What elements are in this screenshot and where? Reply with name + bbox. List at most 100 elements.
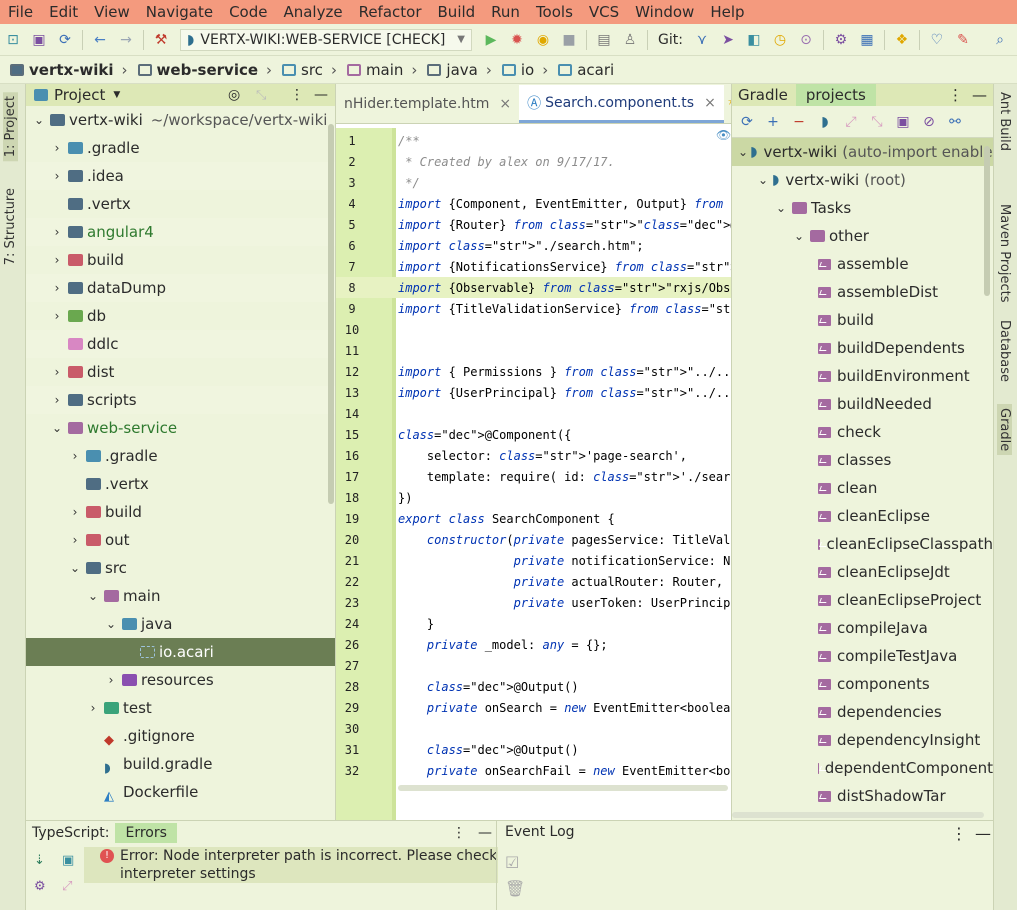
menu-refactor[interactable]: Refactor [351, 3, 430, 21]
code-line[interactable]: * Created by alex on 9/17/17. [398, 155, 615, 169]
gradle-tree-item[interactable]: assembleDist [732, 278, 993, 306]
code-line[interactable]: export class SearchComponent { [398, 512, 615, 526]
tree-item[interactable]: › test [26, 694, 335, 722]
build-hammer-icon[interactable]: ⚒ [152, 31, 170, 49]
offline-icon[interactable]: ⊘ [918, 111, 940, 133]
gradle-tree-item[interactable]: dependentComponent [732, 754, 993, 782]
code-line[interactable]: class="dec">@Output() [398, 680, 579, 694]
code-line[interactable]: /** [398, 134, 420, 148]
link-icon[interactable]: ⚯ [944, 111, 966, 133]
chevron-down-icon[interactable]: ▼ [113, 90, 120, 100]
search-icon[interactable]: ⌕ [991, 31, 1009, 49]
tree-item[interactable]: io.acari [26, 638, 335, 666]
tree-item[interactable]: ⌄ src [26, 554, 335, 582]
chevron-down-icon[interactable]: ⌄ [50, 421, 64, 435]
tab-errors[interactable]: Errors [115, 823, 177, 843]
save-icon[interactable]: ▣ [30, 31, 48, 49]
gradle-tree-item[interactable]: clean [732, 474, 993, 502]
gradle-tree-item[interactable]: cleanEclipseJdt [732, 558, 993, 586]
gradle-tree-item[interactable]: ⌄ Tasks [732, 194, 993, 222]
collapse-all-icon[interactable]: ⤡ [256, 88, 266, 103]
chevron-right-icon[interactable]: › [68, 505, 82, 519]
back-icon[interactable]: ← [91, 31, 109, 49]
tree-item[interactable]: ◆ .gitignore [26, 722, 335, 750]
sort-icon[interactable]: ⇣ [34, 853, 45, 868]
breadcrumb-item-acari[interactable]: acari [548, 61, 614, 79]
gradle-tree-item[interactable]: dependencies [732, 698, 993, 726]
tree-item[interactable]: ⌄ main [26, 582, 335, 610]
tree-item[interactable]: › .idea [26, 162, 335, 190]
gradle-tree-item[interactable]: cleanEclipseClasspath [732, 530, 993, 558]
settings-gear-icon[interactable]: ⚙ [34, 879, 46, 894]
tree-item[interactable]: ⌄ web-service [26, 414, 335, 442]
tree-item[interactable]: ddlc [26, 330, 335, 358]
chevron-down-icon[interactable]: ⌄ [86, 589, 100, 603]
breadcrumb-item-java[interactable]: java › [417, 61, 492, 79]
tree-item[interactable]: › .gradle [26, 134, 335, 162]
gradle-tree-item[interactable]: buildEnvironment [732, 362, 993, 390]
menu-build[interactable]: Build [430, 3, 484, 21]
chevron-right-icon[interactable]: › [50, 393, 64, 407]
gradle-scrollbar[interactable] [984, 146, 990, 296]
tree-item[interactable]: › angular4 [26, 218, 335, 246]
menu-code[interactable]: Code [221, 3, 275, 21]
code-line[interactable]: private notificationService: Not [398, 554, 731, 568]
tree-item[interactable]: › build [26, 498, 335, 526]
breadcrumb-item-main[interactable]: main › [337, 61, 417, 79]
code-line[interactable]: import { Permissions } from class="str">… [398, 365, 731, 379]
gradle-tree-item[interactable]: check [732, 418, 993, 446]
gradle-tree-item[interactable]: ⌄ other [732, 222, 993, 250]
hide-panel-icon[interactable]: — [972, 86, 987, 104]
code-line[interactable]: } [398, 617, 434, 631]
tree-item[interactable]: .vertx [26, 190, 335, 218]
tab-database[interactable]: Database [997, 320, 1012, 382]
tab-maven-projects[interactable]: Maven Projects [997, 204, 1012, 303]
code-line[interactable]: class="dec">@Output() [398, 743, 579, 757]
forward-icon[interactable]: → [117, 31, 135, 49]
menu-navigate[interactable]: Navigate [138, 3, 221, 21]
tab-project[interactable]: 1: Project [3, 92, 18, 162]
preview-eye-icon[interactable]: 👁 [716, 128, 731, 146]
tree-item[interactable]: › dist [26, 358, 335, 386]
gradle-tree-item[interactable]: compileTestJava [732, 642, 993, 670]
chevron-right-icon[interactable]: › [104, 673, 118, 687]
git-update-icon[interactable]: ⋎ [693, 31, 711, 49]
chevron-right-icon[interactable]: › [50, 169, 64, 183]
more-options-icon[interactable]: ⋮ [290, 87, 304, 103]
gradle-tree-item[interactable]: buildDependents [732, 334, 993, 362]
chevron-right-icon[interactable]: › [50, 253, 64, 267]
tree-item[interactable]: › build [26, 246, 335, 274]
more-options-icon[interactable]: ⋮ [948, 86, 963, 104]
menu-edit[interactable]: Edit [41, 3, 86, 21]
chevron-right-icon[interactable]: › [50, 281, 64, 295]
tree-item[interactable]: ◭ Dockerfile [26, 778, 335, 806]
code-line[interactable]: private actualRouter: Router, [398, 575, 724, 589]
gradle-tree-item[interactable]: cleanEclipseProject [732, 586, 993, 614]
gradle-tree-item[interactable]: build [732, 306, 993, 334]
menu-help[interactable]: Help [702, 3, 752, 21]
settings-gear-icon[interactable]: ⚙ [832, 31, 850, 49]
close-icon[interactable]: × [499, 96, 511, 112]
gradle-tree-item[interactable]: ⌄ ◗ vertx-wiki (root) [732, 166, 993, 194]
hide-panel-icon[interactable]: — [478, 825, 492, 841]
code-line[interactable]: */ [398, 176, 419, 190]
editor-hscrollbar[interactable] [398, 785, 728, 791]
menu-view[interactable]: View [86, 3, 138, 21]
chevron-down-icon[interactable]: ⌄ [104, 617, 118, 631]
project-panel-title[interactable]: Project [54, 86, 105, 104]
stop-icon[interactable]: ■ [560, 31, 578, 49]
coverage-icon[interactable]: ◉ [534, 31, 552, 49]
gradle-tree-item[interactable]: dependencyInsight [732, 726, 993, 754]
menu-tools[interactable]: Tools [528, 3, 581, 21]
chevron-down-icon[interactable]: ⌄ [68, 561, 82, 575]
chevron-right-icon[interactable]: › [50, 225, 64, 239]
tree-item[interactable]: › db [26, 302, 335, 330]
gradle-tree-item[interactable]: ⌄ ◗ vertx-wiki (auto-import enabled) [732, 138, 993, 166]
more-options-icon[interactable]: ⋮ [951, 824, 967, 843]
code-line[interactable]: selector: class="str">'page-search', [398, 449, 687, 463]
code-line[interactable]: import class="str">"./search.htm"; [398, 239, 644, 253]
theme-brush-icon[interactable]: ✎ [954, 31, 972, 49]
gradle-elephant-icon[interactable]: ◗ [814, 111, 836, 133]
chevron-down-icon[interactable]: ⌄ [32, 113, 46, 127]
sdk-icon[interactable]: ♙ [621, 31, 639, 49]
